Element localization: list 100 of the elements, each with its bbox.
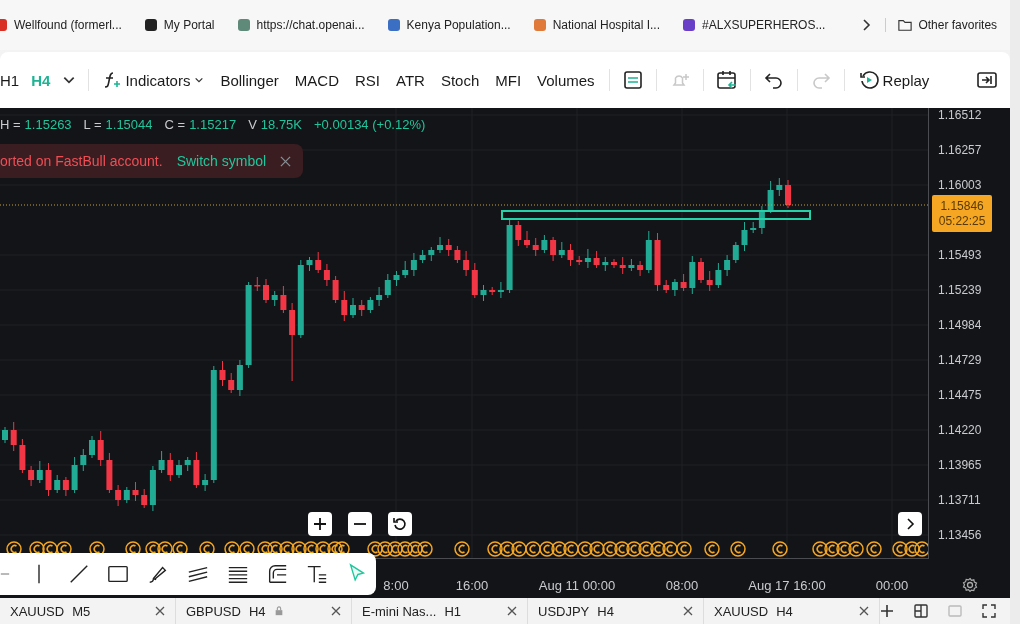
candlestick — [280, 285, 287, 314]
candlestick — [785, 179, 791, 209]
other-favorites-link[interactable]: Other favorites — [898, 18, 998, 32]
indicator-button[interactable]: Volumes — [535, 71, 597, 89]
candlestick — [602, 256, 609, 272]
time-label: 08:00 — [665, 578, 699, 593]
layout-grid-icon[interactable] — [914, 604, 928, 618]
plus-icon[interactable] — [880, 604, 894, 618]
legend-label: V — [248, 117, 257, 133]
candlestick — [80, 448, 87, 472]
symbol-tab[interactable]: XAUUSD H4 — [704, 598, 880, 624]
bookmark-link[interactable]: National Hospital I... — [532, 18, 661, 32]
candlestick — [393, 270, 400, 287]
reset-view-button[interactable] — [388, 512, 412, 536]
candlestick — [532, 237, 539, 257]
candlestick — [480, 284, 487, 302]
tab-timeframe: H1 — [444, 603, 462, 619]
close-tab-icon[interactable] — [683, 606, 693, 616]
rectangle-icon[interactable] — [107, 563, 130, 585]
site-icon — [682, 18, 697, 32]
candlestick — [419, 249, 426, 264]
chevron-right-icon[interactable] — [861, 18, 887, 32]
price-label: 1.16257 — [938, 142, 982, 158]
candlestick — [567, 243, 574, 267]
indicators-button[interactable]: Indicators — [101, 71, 207, 89]
price-change: +0.00134 (+0.12%) — [314, 117, 426, 133]
symbol-tab[interactable]: GBPUSD H4 — [176, 598, 352, 624]
bookmark-link[interactable]: Kenya Population... — [386, 18, 511, 32]
curved-lines-icon[interactable] — [266, 563, 289, 585]
candlestick — [219, 360, 226, 387]
indicator-button[interactable]: MFI — [493, 71, 524, 89]
candlestick — [176, 459, 182, 479]
symbol-tab[interactable]: E-mini Nas... H1 — [352, 598, 528, 624]
legend-value: 1.15044 — [105, 117, 153, 133]
fullscreen-icon[interactable] — [982, 604, 996, 618]
indicator-button[interactable]: RSI — [352, 71, 382, 89]
bookmark-link[interactable]: My Portal — [143, 18, 215, 32]
replay-button[interactable]: Replay — [856, 70, 932, 90]
close-icon[interactable] — [280, 155, 292, 167]
zoom-out-button[interactable] — [348, 512, 372, 536]
close-tab-icon[interactable] — [155, 606, 165, 616]
candlestick — [767, 180, 774, 214]
candlestick — [332, 275, 339, 304]
candlestick — [367, 296, 374, 314]
site-icon — [236, 18, 251, 32]
settings-icon[interactable] — [961, 577, 978, 593]
indicator-button[interactable]: Stoch — [438, 71, 482, 89]
candlestick — [184, 456, 191, 472]
price-label: 1.16003 — [938, 177, 982, 193]
price-label: 1.14475 — [938, 387, 982, 403]
indicator-button[interactable]: ATR — [394, 71, 427, 89]
close-tab-icon[interactable] — [331, 606, 341, 616]
legend-value: 1.15217 — [189, 117, 237, 133]
candlestick — [428, 246, 435, 262]
text-tool-icon[interactable] — [306, 563, 329, 585]
zoom-in-button[interactable] — [308, 512, 332, 536]
site-icon — [386, 18, 401, 32]
zone-rectangle[interactable] — [501, 210, 811, 220]
candlestick — [10, 421, 17, 452]
candlestick — [271, 290, 278, 307]
event-markers-drawing[interactable] — [6, 541, 929, 557]
candlestick — [689, 255, 696, 295]
candlestick — [106, 452, 113, 494]
price-label: 1.14729 — [938, 352, 982, 368]
price-label: 1.14984 — [938, 317, 982, 333]
candlestick — [350, 297, 356, 319]
bookmark-link[interactable]: Wellfound (formerl... — [0, 18, 122, 32]
price-label: 1.14220 — [938, 422, 982, 438]
collapse-panel-icon[interactable] — [976, 69, 998, 91]
symbol-tab[interactable]: USDJPY H4 — [528, 598, 704, 624]
candlestick — [524, 230, 530, 249]
close-tab-icon[interactable] — [859, 606, 869, 616]
close-tab-icon[interactable] — [507, 606, 517, 616]
price-label: 1.13711 — [938, 492, 981, 508]
price-label: 1.15493 — [938, 247, 982, 263]
tab-timeframe: M5 — [72, 603, 91, 619]
candlestick — [611, 258, 617, 269]
switch-symbol-link[interactable]: Switch symbol — [176, 153, 267, 169]
indicator-button[interactable]: MACD — [292, 71, 341, 89]
list-panel-icon[interactable] — [621, 69, 644, 91]
bookmark-link[interactable]: #ALXSUPERHEROS... — [682, 18, 826, 32]
indicator-button[interactable]: Bollinger — [218, 71, 281, 89]
candlestick — [698, 257, 704, 284]
calendar-icon[interactable] — [715, 69, 738, 91]
candlestick — [341, 290, 348, 322]
bookmark-link[interactable]: https://chat.openai... — [236, 18, 365, 32]
candlestick — [541, 234, 548, 254]
scroll-right-button[interactable] — [898, 512, 922, 536]
candlestick — [45, 462, 52, 497]
symbol-tab[interactable]: XAUUSD M5 — [0, 598, 176, 624]
replay-icon — [858, 70, 879, 90]
chevron-down-icon — [194, 75, 205, 85]
candlestick — [628, 258, 635, 272]
tab-timeframe: H4 — [248, 603, 266, 619]
candlestick — [97, 430, 104, 467]
candlestick — [306, 256, 313, 272]
legend-label: H = — [0, 117, 21, 133]
timeframe-tab[interactable]: H1 — [0, 71, 20, 89]
candlestick — [19, 438, 26, 474]
tab-timeframe: H4 — [597, 603, 614, 619]
